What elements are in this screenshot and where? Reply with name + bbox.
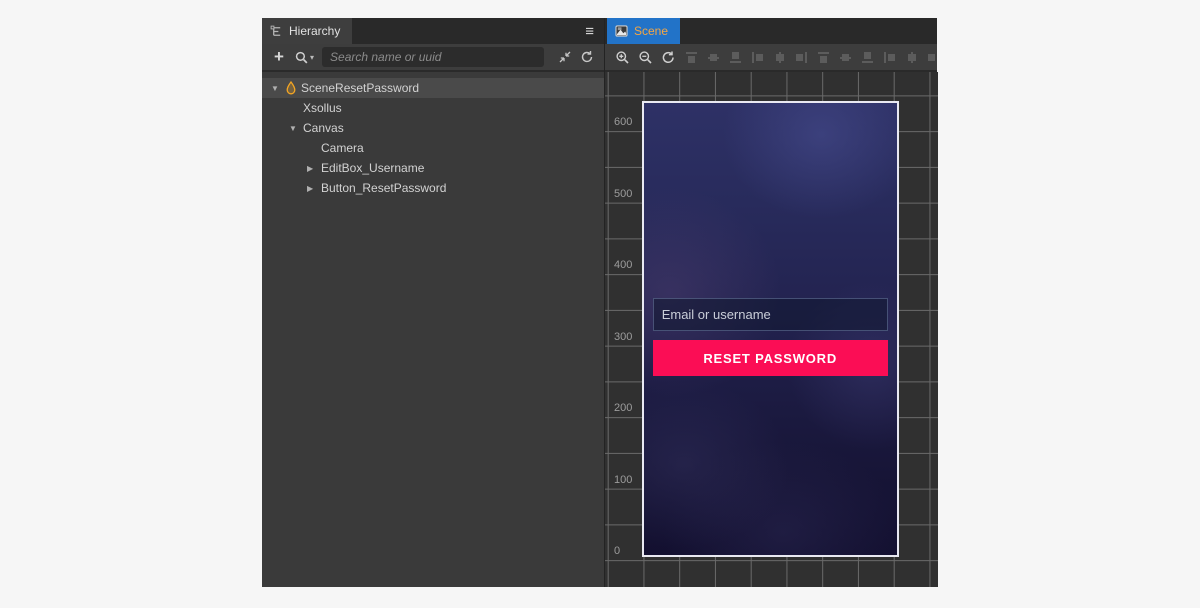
distribute-top-icon[interactable]: [817, 51, 830, 64]
caret-down-icon[interactable]: ▼: [289, 124, 303, 133]
search-filter-caret-icon: ▾: [310, 53, 314, 62]
ruler-label-0: 0: [614, 545, 620, 557]
align-top-icon[interactable]: [685, 51, 698, 64]
align-right-icon[interactable]: [795, 51, 808, 64]
tab-scene[interactable]: Scene: [607, 18, 680, 44]
reset-password-button[interactable]: RESET PASSWORD: [653, 340, 888, 376]
caret-down-icon[interactable]: ▼: [271, 84, 285, 93]
scene-viewport-grid[interactable]: 600 500 400 300 200 100 0 Email or usern…: [605, 72, 938, 587]
tab-hierarchy-label: Hierarchy: [289, 24, 340, 38]
ruler-label-600: 600: [614, 116, 632, 128]
tree-node-label: Button_ResetPassword: [321, 181, 446, 195]
tree-node-xsollus[interactable]: Xsollus: [262, 98, 604, 118]
align-bottom-icon[interactable]: [729, 51, 742, 64]
tab-scene-label: Scene: [634, 24, 668, 38]
tree-node-sceneresetpassword[interactable]: ▼ SceneResetPassword: [262, 78, 604, 98]
add-node-button[interactable]: +: [270, 47, 288, 67]
tab-hierarchy[interactable]: Hierarchy: [262, 18, 352, 44]
hamburger-icon[interactable]: ≡: [585, 18, 594, 44]
search-filter-button[interactable]: ▾: [294, 50, 314, 65]
search-input[interactable]: Search name or uuid: [322, 47, 544, 67]
zoom-out-icon[interactable]: [638, 50, 653, 65]
refresh-icon[interactable]: [578, 50, 596, 64]
distribute-horizontal-center-icon[interactable]: [905, 51, 918, 64]
collapse-all-icon[interactable]: [556, 50, 574, 64]
scene-panel: Scene 600: [604, 18, 937, 587]
scene-toolbar: [605, 44, 937, 72]
email-username-placeholder: Email or username: [662, 307, 771, 322]
distribute-bottom-icon[interactable]: [861, 51, 874, 64]
zoom-in-icon[interactable]: [615, 50, 630, 65]
tree-node-editbox-username[interactable]: ▶ EditBox_Username: [262, 158, 604, 178]
ruler-label-100: 100: [614, 474, 632, 486]
editor-window: Hierarchy ≡ + ▾ Search name or uuid ▼: [262, 18, 937, 587]
distribute-left-icon[interactable]: [883, 51, 896, 64]
tree-node-canvas[interactable]: ▼ Canvas: [262, 118, 604, 138]
scene-tabbar: Scene: [605, 18, 937, 44]
tree-node-label: Camera: [321, 141, 364, 155]
design-canvas[interactable]: Email or username RESET PASSWORD: [642, 101, 899, 557]
caret-right-icon[interactable]: ▶: [307, 164, 321, 173]
distribute-right-icon[interactable]: [927, 51, 937, 64]
hierarchy-tree: ▼ SceneResetPassword Xsollus ▼ Canvas Ca…: [262, 72, 604, 198]
search-placeholder: Search name or uuid: [330, 50, 441, 64]
ruler-label-200: 200: [614, 402, 632, 414]
align-horizontal-center-icon[interactable]: [773, 51, 786, 64]
reset-view-icon[interactable]: [661, 50, 676, 65]
align-vertical-center-icon[interactable]: [707, 51, 720, 64]
tree-node-label: EditBox_Username: [321, 161, 424, 175]
hierarchy-toolbar: + ▾ Search name or uuid: [262, 44, 604, 72]
hierarchy-tree-icon: [270, 25, 283, 38]
tree-node-button-resetpassword[interactable]: ▶ Button_ResetPassword: [262, 178, 604, 198]
hierarchy-tabbar: Hierarchy ≡: [262, 18, 604, 44]
scene-image-icon: [615, 25, 628, 37]
distribute-vertical-center-icon[interactable]: [839, 51, 852, 64]
tree-node-label: SceneResetPassword: [301, 81, 419, 95]
email-username-field[interactable]: Email or username: [653, 298, 888, 331]
tree-node-label: Xsollus: [303, 101, 342, 115]
ruler-label-400: 400: [614, 259, 632, 271]
tree-node-camera[interactable]: Camera: [262, 138, 604, 158]
ruler-label-300: 300: [614, 331, 632, 343]
hierarchy-panel: Hierarchy ≡ + ▾ Search name or uuid ▼: [262, 18, 604, 587]
align-left-icon[interactable]: [751, 51, 764, 64]
search-icon: [294, 50, 309, 65]
scene-asset-flame-icon: [285, 81, 301, 95]
ruler-label-500: 500: [614, 188, 632, 200]
tree-node-label: Canvas: [303, 121, 344, 135]
caret-right-icon[interactable]: ▶: [307, 184, 321, 193]
